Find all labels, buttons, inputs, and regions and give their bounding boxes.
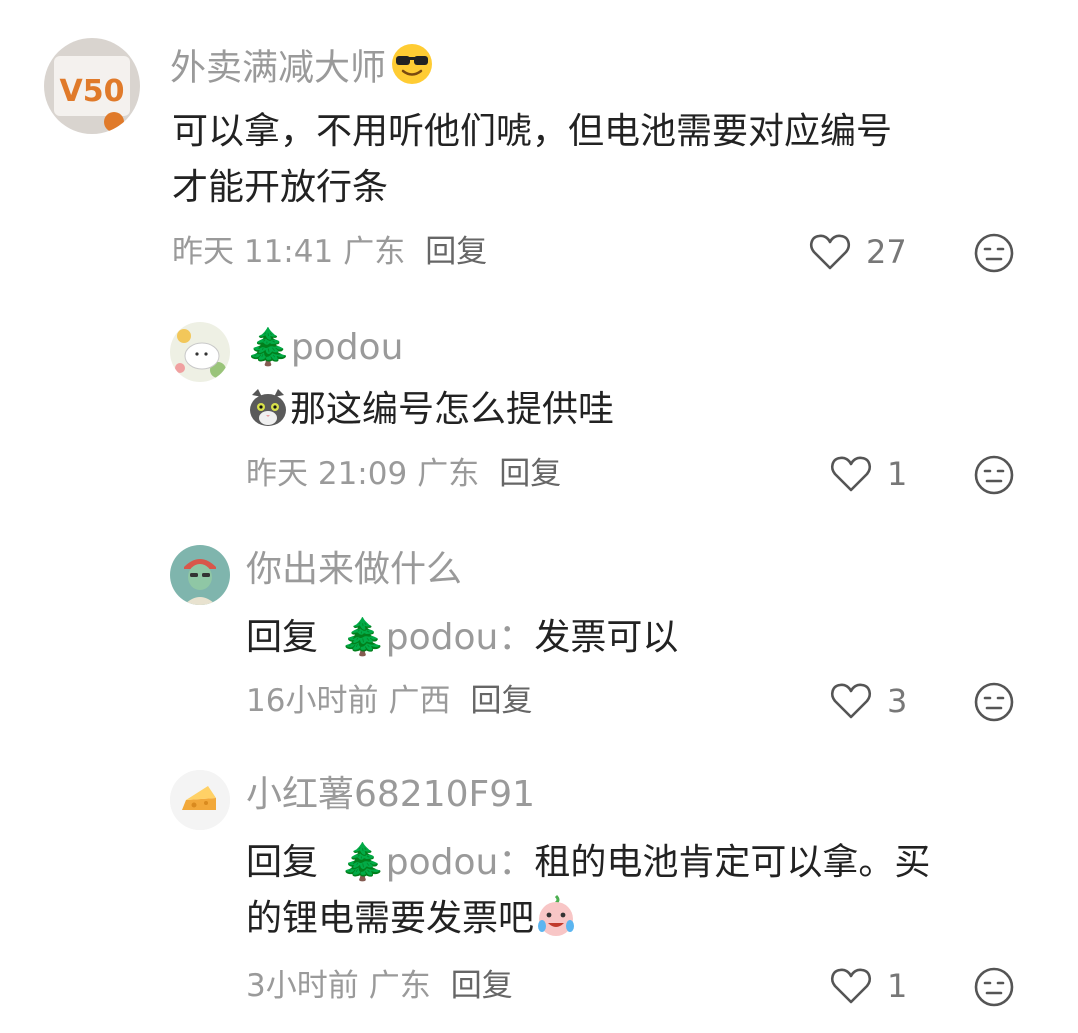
dislike-face-icon[interactable]	[973, 681, 1015, 723]
heart-icon	[809, 234, 851, 270]
dislike-face-icon[interactable]	[973, 454, 1015, 496]
like-button[interactable]: 1	[829, 964, 907, 1008]
avatar[interactable]: V50	[44, 38, 140, 134]
comment-time: 16小时前	[246, 683, 379, 719]
comment-author[interactable]: 你出来做什么	[246, 548, 462, 592]
crying-laughing-face-icon	[534, 894, 578, 938]
mention-podou[interactable]: 🌲podou：	[341, 617, 534, 658]
comment-text: 回复 🌲podou：发票可以	[246, 617, 679, 658]
comment-text: 回复 🌲podou：租的电池肯定可以拿。买 的锂电需要发票吧	[246, 842, 931, 939]
reply-button[interactable]: 回复	[499, 456, 561, 492]
dislike-face-icon[interactable]	[973, 232, 1015, 274]
comment-author[interactable]: 🌲podou	[246, 326, 403, 370]
like-count: 3	[887, 682, 908, 720]
like-count: 1	[887, 967, 908, 1005]
mention-podou[interactable]: 🌲podou：	[341, 842, 534, 883]
like-count: 27	[866, 233, 907, 271]
sunglasses-face-icon	[390, 42, 434, 97]
comment-location: 广东	[417, 456, 480, 492]
dislike-face-icon[interactable]	[973, 966, 1015, 1008]
comment-meta: 昨天 21:09 广东 回复	[246, 454, 561, 494]
cat-face-icon	[246, 385, 290, 429]
svg-text:V50: V50	[60, 74, 125, 109]
comment-time: 昨天 21:09	[246, 456, 408, 492]
like-button[interactable]: 27	[808, 230, 907, 274]
comment-location: 广东	[343, 234, 406, 270]
comment-author[interactable]: 外卖满减大师	[170, 42, 434, 97]
reply-button[interactable]: 回复	[470, 683, 532, 719]
heart-icon	[830, 456, 872, 492]
comment-location: 广西	[388, 683, 451, 719]
comment-meta: 昨天 11:41 广东 回复	[172, 232, 487, 272]
like-button[interactable]: 3	[829, 679, 907, 723]
reply-prefix: 回复	[246, 617, 319, 658]
avatar[interactable]	[170, 770, 230, 830]
reply-prefix: 回复	[246, 842, 319, 883]
comment-text: 可以拿，不用听他们唬，但电池需要对应编号 才能开放行条	[172, 111, 893, 208]
reply-button[interactable]: 回复	[451, 968, 513, 1004]
comment-text: 那这编号怎么提供哇	[246, 382, 614, 438]
avatar[interactable]	[170, 322, 230, 382]
comment-time: 昨天 11:41	[172, 234, 334, 270]
comment-location: 广东	[368, 968, 431, 1004]
comment-author[interactable]: 小红薯68210F91	[246, 773, 535, 817]
comment-time: 3小时前	[246, 968, 359, 1004]
comment-meta: 3小时前 广东 回复	[246, 966, 513, 1006]
comment-meta: 16小时前 广西 回复	[246, 681, 532, 721]
like-count: 1	[887, 455, 908, 493]
like-button[interactable]: 1	[829, 452, 907, 496]
reply-button[interactable]: 回复	[425, 234, 487, 270]
avatar[interactable]	[170, 545, 230, 605]
heart-icon	[830, 968, 872, 1004]
heart-icon	[830, 683, 872, 719]
